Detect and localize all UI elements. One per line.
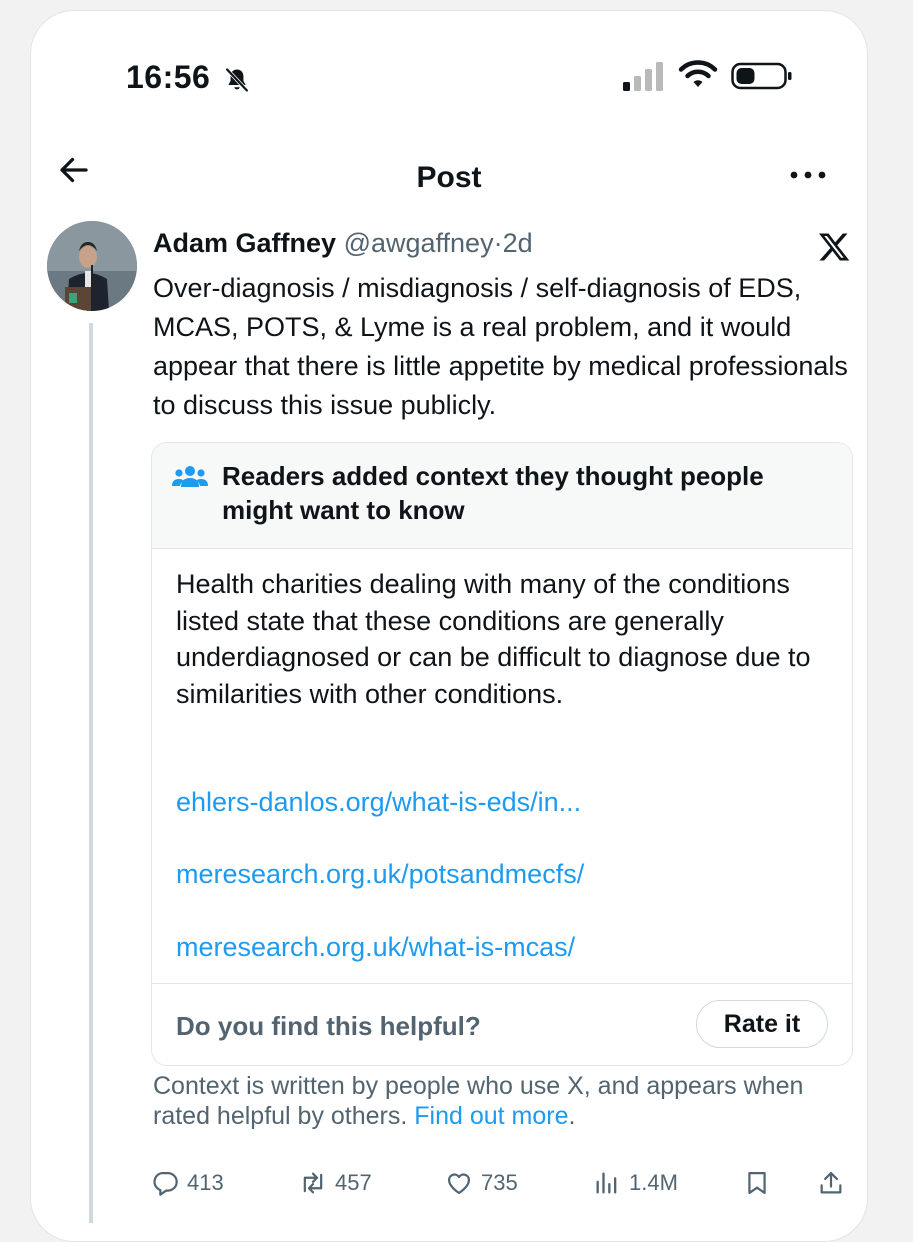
bell-slash-icon: [225, 68, 249, 92]
note-link-mcas[interactable]: meresearch.org.uk/what-is-mcas/: [176, 932, 575, 963]
reply-count: 413: [187, 1170, 224, 1195]
avatar[interactable]: [47, 221, 137, 311]
phone-screen: 16:56 Post Adam Gaffney @awgaffney·2d Ov…: [30, 10, 868, 1242]
x-logo-icon[interactable]: [815, 229, 853, 265]
author-name[interactable]: Adam Gaffney: [153, 228, 336, 258]
like-count: 735: [481, 1170, 518, 1195]
rate-it-button[interactable]: Rate it: [696, 1000, 828, 1048]
page-title: Post: [416, 161, 482, 194]
like-icon: [447, 1173, 471, 1195]
thread-line: [89, 323, 93, 1223]
share-icon: [820, 1171, 842, 1194]
post-text: Over-diagnosis / misdiagnosis / self-dia…: [153, 273, 848, 420]
post-time[interactable]: 2d: [503, 228, 533, 258]
helpful-question: Do you find this helpful?: [176, 1011, 481, 1041]
views-count: 1.4M: [629, 1170, 678, 1195]
author-handle[interactable]: @awgaffney: [344, 228, 494, 258]
battery-icon: [731, 62, 792, 90]
wifi-icon: [678, 60, 718, 87]
context-footer-period: .: [568, 1102, 576, 1130]
note-link-eds[interactable]: ehlers-danlos.org/what-is-eds/in...: [176, 787, 581, 818]
community-note-title: Readers added context they thought peopl…: [222, 461, 764, 525]
status-time: 16:56: [126, 59, 211, 95]
readers-icon: [172, 466, 208, 487]
bookmark-button[interactable]: [743, 1166, 771, 1200]
context-footer: Context is written by people who use X, …: [153, 1071, 853, 1131]
note-link-pots[interactable]: meresearch.org.uk/potsandmecfs/: [176, 859, 584, 890]
separator-dot: ·: [493, 228, 503, 258]
views-button[interactable]: 1.4M: [593, 1166, 678, 1200]
views-icon: [596, 1172, 617, 1194]
community-note-body: Health charities dealing with many of th…: [176, 569, 811, 709]
community-note: Readers added context they thought peopl…: [151, 442, 853, 1066]
find-out-more-link[interactable]: Find out more: [414, 1102, 568, 1130]
share-button[interactable]: [817, 1166, 845, 1200]
repost-icon: [303, 1172, 323, 1194]
more-horizontal-icon[interactable]: [788, 165, 828, 185]
repost-button[interactable]: 457: [299, 1166, 372, 1200]
reply-button[interactable]: 413: [151, 1166, 224, 1200]
note-divider: [152, 983, 852, 984]
repost-count: 457: [335, 1170, 372, 1195]
bookmark-icon: [748, 1171, 766, 1195]
like-button[interactable]: 735: [445, 1166, 518, 1200]
reply-icon: [153, 1171, 178, 1196]
post-author-line: Adam Gaffney @awgaffney·2d: [153, 228, 533, 259]
community-note-header: Readers added context they thought peopl…: [152, 443, 852, 549]
cellular-signal-icon: [623, 62, 663, 91]
